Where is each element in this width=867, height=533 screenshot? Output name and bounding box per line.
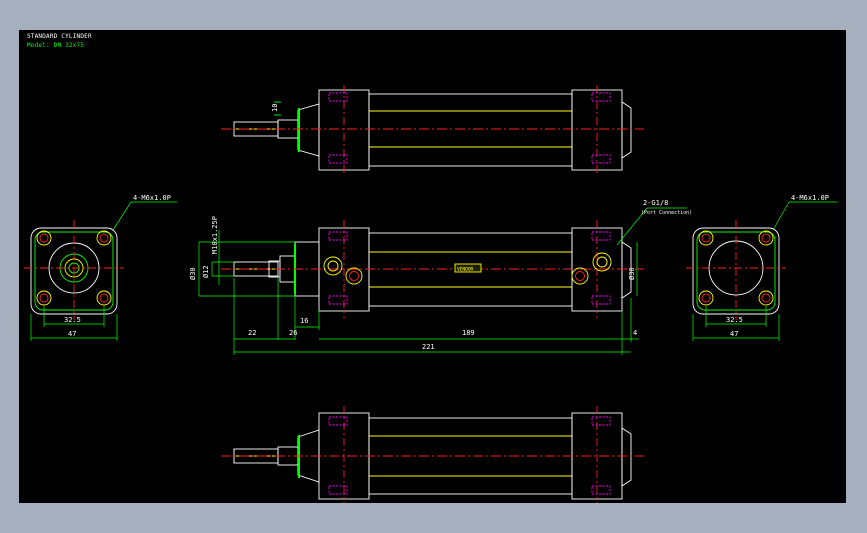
cad-viewport[interactable]: STANDARD CYLINDER Model: DN 32x75 10 22 …: [19, 30, 846, 503]
top-rear-boss: [621, 101, 632, 159]
dim-top-ten: 10: [271, 104, 279, 112]
top-view: [221, 85, 644, 175]
front-port-right: [592, 252, 612, 272]
dim-cushion: 16: [300, 317, 308, 325]
dim-right-pitch: 32.5: [726, 316, 743, 324]
name-badge-label: VENDOR: [457, 267, 474, 273]
dim-right-width: 47: [730, 330, 738, 338]
dim-rod-diameter: Ø12: [202, 265, 210, 278]
dim-overall: 221: [422, 343, 435, 351]
cylinder-drawing: 10 22 26 16 189 4 221 Ø30 Ø12 M10x1.25P …: [24, 85, 837, 503]
dim-stroke-body: 189: [462, 329, 475, 337]
dim-rod-length: 22: [248, 329, 256, 337]
left-end-view: [24, 201, 177, 341]
front-port-left: [323, 256, 343, 276]
dim-left-width: 47: [68, 330, 76, 338]
dim-bore-left: Ø30: [189, 267, 197, 280]
callout-left-mount: 4-M6x1.0P: [133, 194, 171, 202]
dim-left-pitch: 32.5: [64, 316, 81, 324]
callout-port-sub: (Port Connection): [641, 210, 692, 216]
bottom-view: [221, 406, 644, 503]
dim-nose-length: 26: [289, 329, 297, 337]
right-end-view: [686, 201, 837, 341]
dim-end-cap: 4: [633, 329, 637, 337]
dim-bore-right: Ø30: [628, 267, 636, 280]
callout-port: 2-G1/8: [643, 199, 668, 207]
top-head-boss: [297, 103, 320, 157]
callout-right-mount: 4-M6x1.0P: [791, 194, 829, 202]
dim-thread: M10x1.25P: [211, 216, 219, 254]
top-barrel: [368, 93, 573, 167]
front-view: [198, 207, 687, 355]
